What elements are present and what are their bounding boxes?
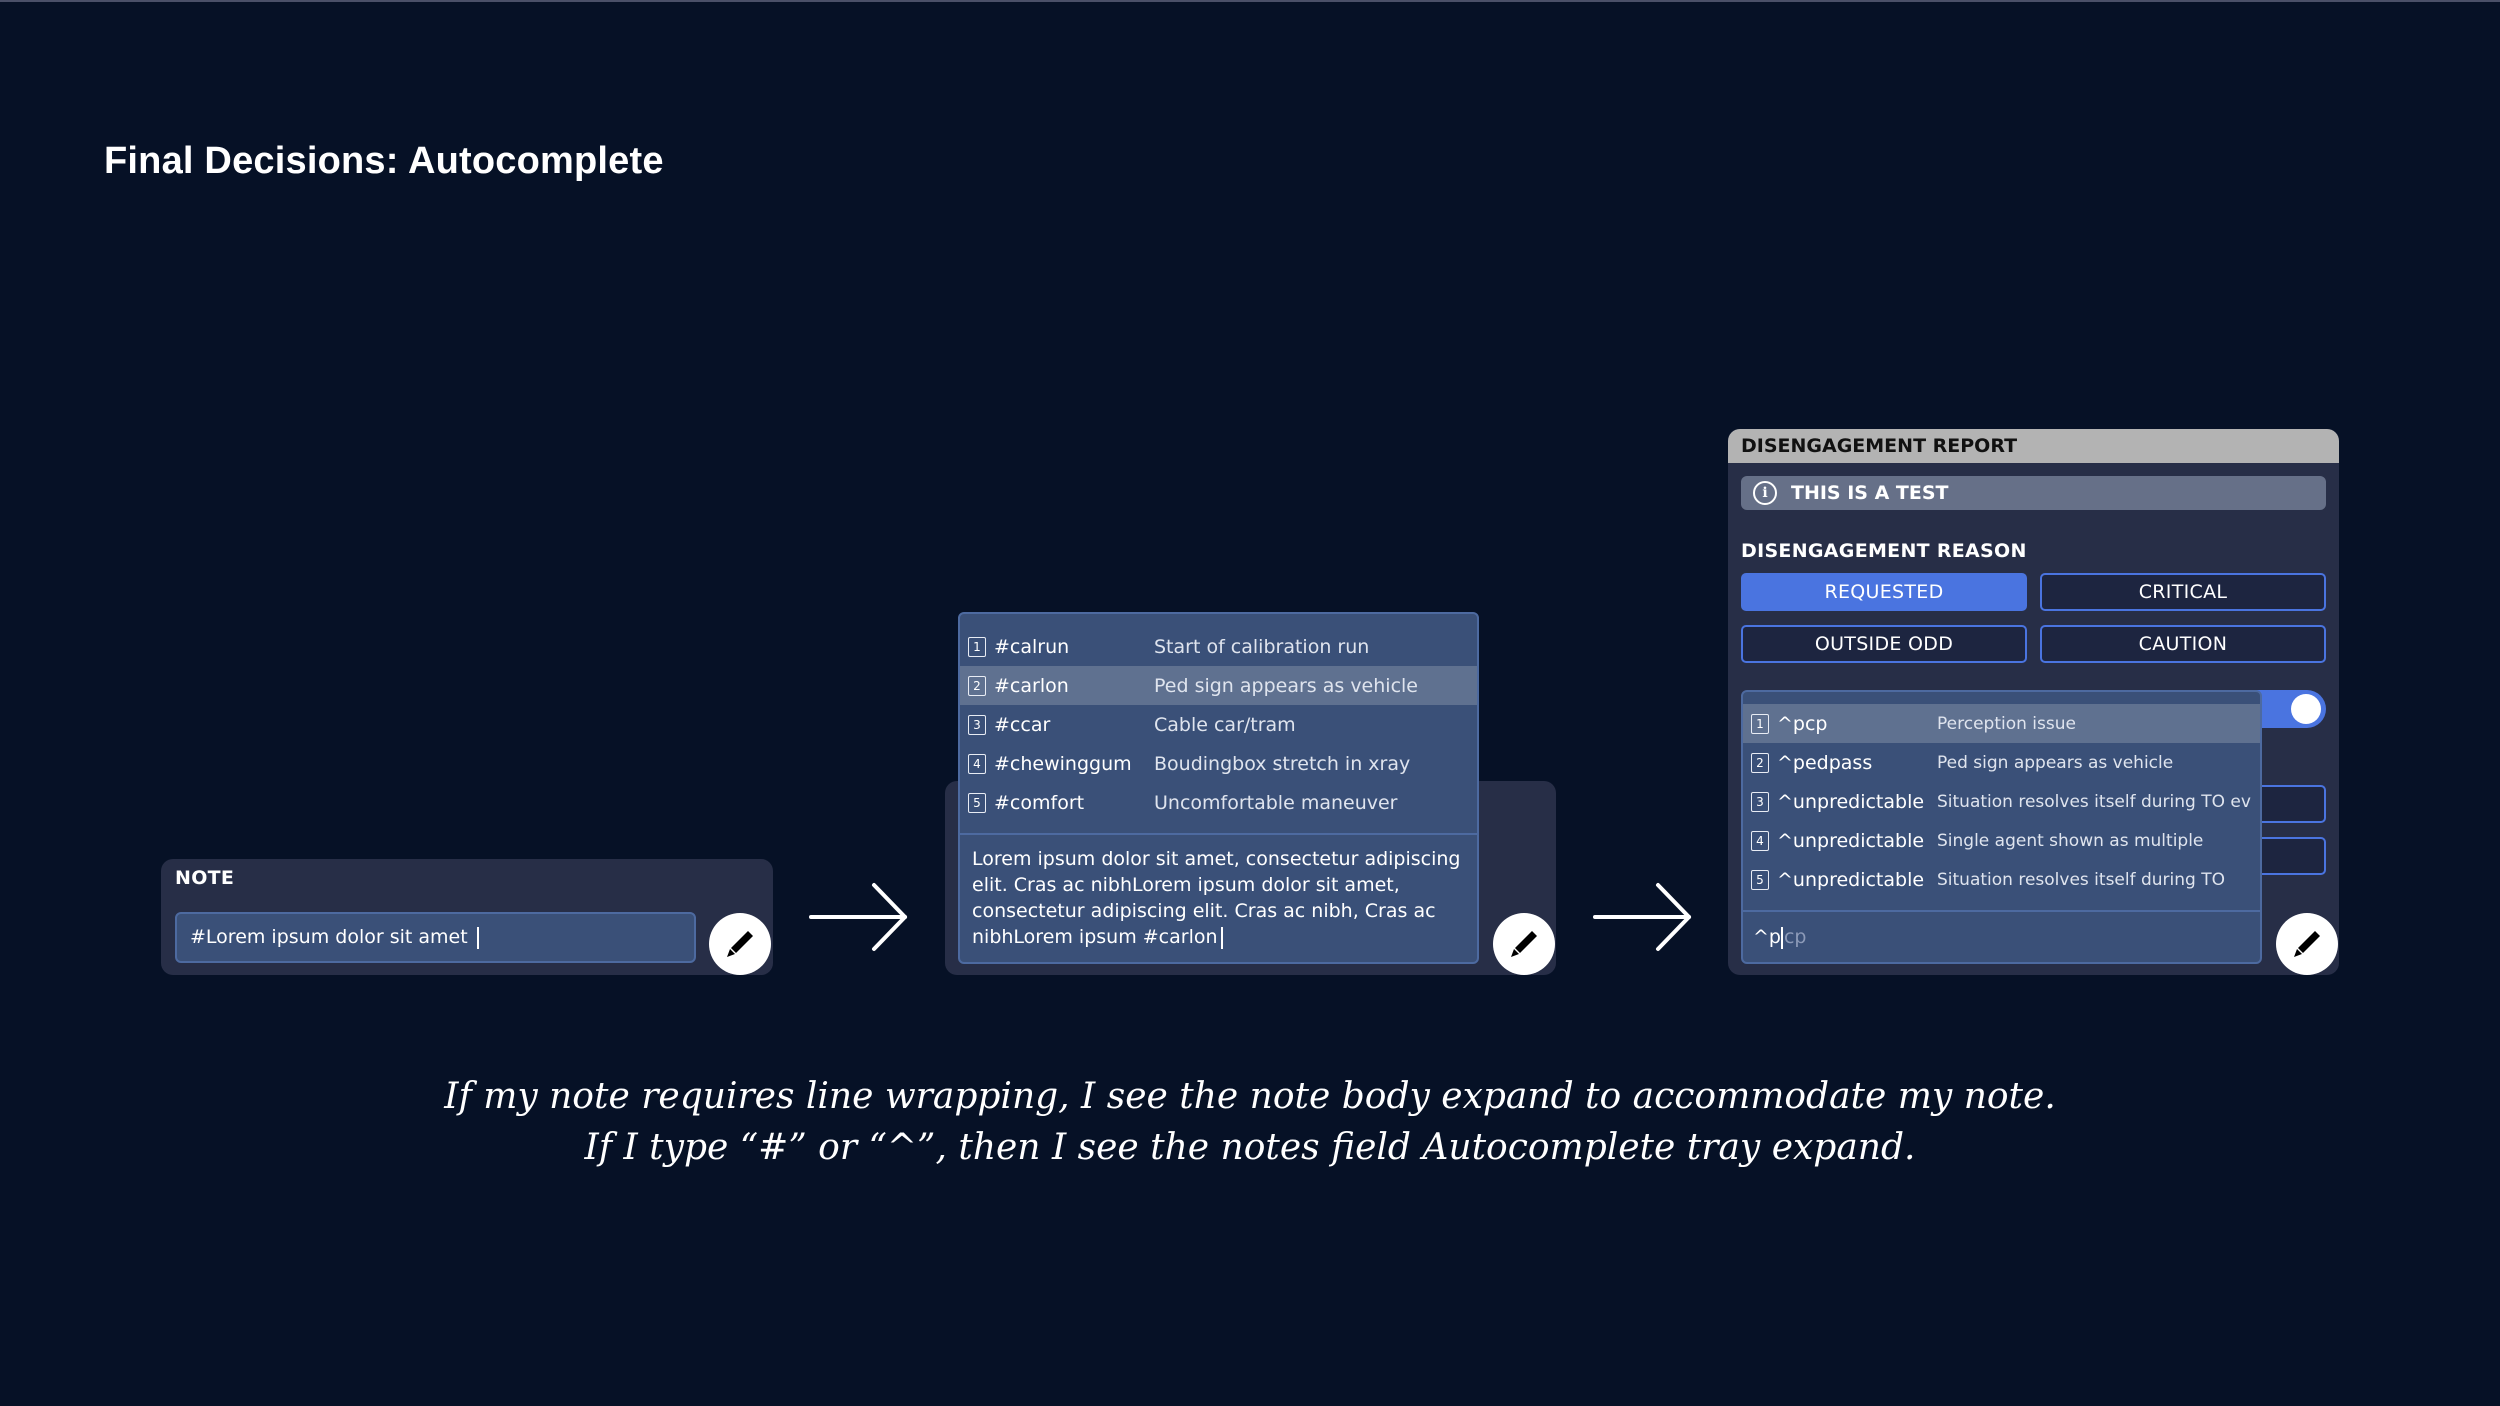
reason-outside-odd-button[interactable]: OUTSIDE ODD [1741, 625, 2027, 663]
reason-requested-button[interactable]: REQUESTED [1741, 573, 2027, 611]
note-input[interactable]: #Lorem ipsum dolor sit amet [175, 912, 696, 963]
test-info-banner: i THIS IS A TEST [1741, 476, 2326, 510]
autocomplete-option[interactable]: 2 ^pedpass Ped sign appears as vehicle [1743, 743, 2260, 782]
shortcut-key: 5 [1751, 869, 1769, 890]
pencil-icon [727, 931, 753, 957]
toggle-knob [2291, 694, 2321, 724]
reason-caution-button[interactable]: CAUTION [2040, 625, 2326, 663]
caret-autocomplete-tray: 1 ^pcp Perception issue 2 ^pedpass Ped s… [1741, 690, 2262, 964]
option-description: Perception issue [1937, 713, 2076, 734]
autocomplete-option[interactable]: 3 ^unpredictable Situation resolves itse… [1743, 782, 2260, 821]
autocomplete-option-highlighted[interactable]: 1 ^pcp Perception issue [1743, 704, 2260, 743]
note-input[interactable]: ^p cp [1753, 924, 1807, 950]
option-tag: ^pcp [1777, 712, 1828, 735]
report-header: DISENGAGEMENT REPORT [1728, 429, 2339, 463]
shortcut-key: 5 [968, 792, 986, 813]
option-tag: #comfort [994, 791, 1085, 814]
tray-divider [960, 833, 1477, 835]
autocomplete-ghost-text: cp [1783, 926, 1807, 948]
shortcut-key: 1 [1751, 713, 1769, 734]
shortcut-key: 1 [968, 636, 986, 657]
shortcut-key: 4 [1751, 830, 1769, 851]
note-line: consectetur adipiscing elit. Cras ac nib… [972, 900, 1436, 922]
option-description: Start of calibration run [1154, 635, 1370, 658]
edit-note-button[interactable] [709, 913, 771, 975]
note-label: NOTE [175, 867, 235, 889]
arrow-right-icon [809, 883, 907, 951]
note-line: Lorem ipsum dolor sit amet, consectetur … [972, 848, 1461, 870]
tray-divider [1743, 910, 2260, 912]
option-tag: ^unpredictable [1777, 790, 1925, 813]
note-line: elit. Cras ac nibhLorem ipsum dolor sit … [972, 874, 1400, 896]
text-caret [1780, 926, 1783, 949]
autocomplete-option-highlighted[interactable]: 2 #carlon Ped sign appears as vehicle [960, 666, 1477, 705]
option-tag: ^pedpass [1777, 751, 1873, 774]
pencil-icon [2294, 931, 2320, 957]
autocomplete-option[interactable]: 1 #calrun Start of calibration run [960, 627, 1477, 666]
top-border [0, 0, 2500, 2]
slide-title: Final Decisions: Autocomplete [104, 140, 664, 182]
info-text: THIS IS A TEST [1791, 482, 1949, 504]
note-textarea[interactable]: Lorem ipsum dolor sit amet, consectetur … [972, 846, 1472, 950]
option-description: Boudingbox stretch in xray [1154, 752, 1411, 775]
option-tag: ^unpredictable [1777, 868, 1925, 891]
shortcut-key: 4 [968, 753, 986, 774]
option-description: Situation resolves itself during TO [1937, 869, 2226, 890]
arrow-right-icon [1593, 883, 1691, 951]
autocomplete-option[interactable]: 4 ^unpredictable Single agent shown as m… [1743, 821, 2260, 860]
reason-label: DISENGAGEMENT REASON [1741, 540, 2027, 562]
option-tag: #carlon [994, 674, 1069, 697]
edit-note-button[interactable] [2276, 913, 2338, 975]
shortcut-key: 3 [968, 714, 986, 735]
info-icon: i [1753, 481, 1777, 505]
option-description: Situation resolves itself during TO ev [1937, 791, 2251, 812]
option-tag: ^unpredictable [1777, 829, 1925, 852]
pencil-icon [1511, 931, 1537, 957]
note-line: nibhLorem ipsum #carlon [972, 926, 1218, 948]
autocomplete-option[interactable]: 3 #ccar Cable car/tram [960, 705, 1477, 744]
option-description: Ped sign appears as vehicle [1154, 674, 1418, 697]
autocomplete-option[interactable]: 5 #comfort Uncomfortable maneuver [960, 783, 1477, 822]
text-caret [476, 926, 479, 949]
caption-line-1: If my note requires line wrapping, I see… [444, 1076, 2056, 1117]
option-tag: #calrun [994, 635, 1070, 658]
option-description: Single agent shown as multiple [1937, 830, 2204, 851]
typed-text: ^p [1753, 926, 1781, 948]
reason-critical-button[interactable]: CRITICAL [2040, 573, 2326, 611]
edit-note-button[interactable] [1493, 913, 1555, 975]
option-tag: #ccar [994, 713, 1051, 736]
hashtag-autocomplete-tray: 1 #calrun Start of calibration run 2 #ca… [958, 612, 1479, 964]
note-panel-collapsed: NOTE #Lorem ipsum dolor sit amet [161, 859, 773, 975]
option-description: Ped sign appears as vehicle [1937, 752, 2174, 773]
option-description: Uncomfortable maneuver [1154, 791, 1398, 814]
shortcut-key: 2 [968, 675, 986, 696]
autocomplete-option[interactable]: 4 #chewinggum Boudingbox stretch in xray [960, 744, 1477, 783]
shortcut-key: 2 [1751, 752, 1769, 773]
option-description: Cable car/tram [1154, 713, 1296, 736]
note-input-value: #Lorem ipsum dolor sit amet [190, 926, 474, 948]
text-caret [1220, 926, 1223, 949]
option-tag: #chewinggum [994, 752, 1132, 775]
caption-line-2: If I type “#” or “^”, then I see the not… [584, 1127, 1916, 1168]
autocomplete-option[interactable]: 5 ^unpredictable Situation resolves itse… [1743, 860, 2260, 899]
shortcut-key: 3 [1751, 791, 1769, 812]
